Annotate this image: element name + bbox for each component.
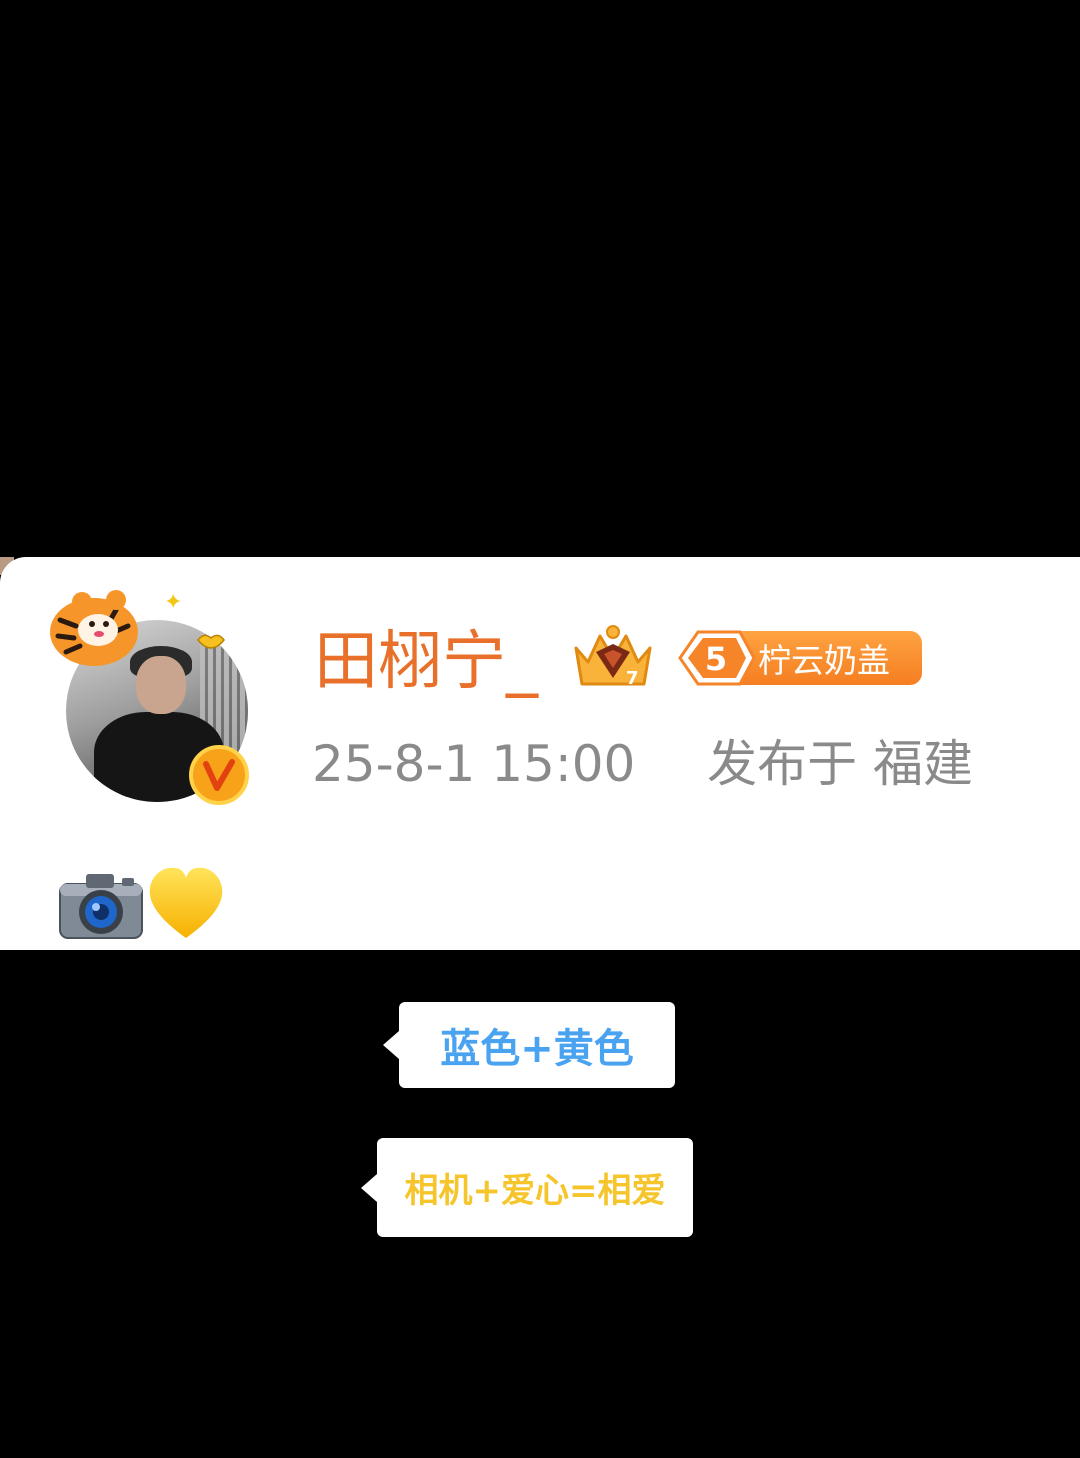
annotation-bubble-colors: 蓝色+黄色 <box>383 1002 675 1088</box>
username[interactable]: 田栩宁_ <box>314 622 538 702</box>
post-timestamp: 25-8-1 15:00 <box>312 735 636 793</box>
fan-level-gem-icon: 5 <box>678 630 756 686</box>
yellow-heart-icon <box>149 867 223 938</box>
crown-level-number: 7 <box>626 668 639 689</box>
avatar[interactable]: ✦ <box>46 580 261 810</box>
post-location: 发布于 福建 <box>707 735 974 793</box>
camera-icon <box>59 874 143 939</box>
tiger-pendant-icon <box>50 590 138 666</box>
sparkle-icon: ✦ <box>164 590 183 615</box>
verified-badge-icon <box>189 745 249 805</box>
annotation-text: 相机+爱心=相爱 <box>404 1171 666 1211</box>
crown-level-icon: 7 <box>574 625 652 689</box>
post-content <box>58 864 238 944</box>
annotation-text: 蓝色+黄色 <box>440 1026 634 1072</box>
gold-ingot-icon <box>197 634 225 649</box>
post-meta: 25-8-1 15:00 发布于 福建 <box>312 728 973 800</box>
fan-level-number: 5 <box>705 640 727 678</box>
fan-club-badge[interactable]: 柠云奶盖 5 <box>676 628 922 688</box>
annotation-bubble-meaning: 相机+爱心=相爱 <box>361 1138 693 1237</box>
